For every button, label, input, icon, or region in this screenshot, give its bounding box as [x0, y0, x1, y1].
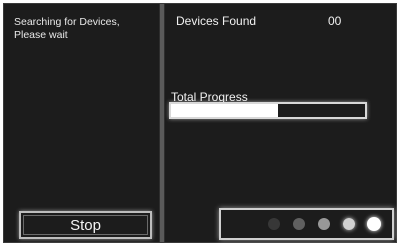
search-status-text: Searching for Devices, Please wait: [14, 16, 120, 41]
activity-dot: [343, 218, 355, 230]
panel-divider: [159, 4, 165, 242]
activity-dot: [268, 218, 280, 230]
activity-dot: [293, 218, 305, 230]
total-progress-fill: [171, 104, 278, 117]
searching-activity-indicator: [219, 208, 394, 240]
stop-button-inner-border: [23, 215, 148, 235]
device-search-screen: Searching for Devices, Please wait Devic…: [3, 3, 397, 243]
activity-dot: [367, 217, 381, 231]
stop-button[interactable]: Stop: [19, 211, 152, 239]
devices-found-label: Devices Found: [176, 14, 257, 28]
activity-dot: [318, 218, 330, 230]
total-progress-bar: [169, 102, 367, 119]
devices-found-count: 00: [328, 14, 342, 28]
